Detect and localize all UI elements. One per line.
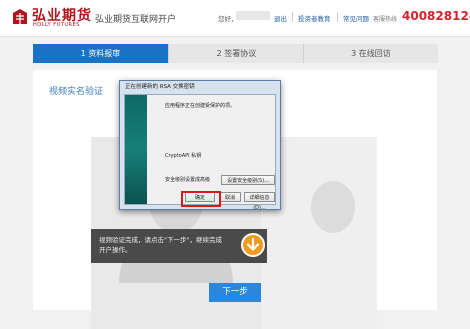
investor-education-link[interactable]: 投资者教育 [298, 13, 331, 23]
site-title: 弘业期货互联网开户 [95, 15, 177, 25]
logout-link[interactable]: 退出 [274, 13, 287, 23]
section-title: 视频实名验证 [49, 87, 104, 97]
username-redacted [236, 11, 270, 20]
security-level-label: 安全级别设置成高级 [165, 177, 211, 183]
rsa-key-dialog: 正在创建新的 RSA 交换密钥 应用程序正在创建受保护的项。 CryptoAPI… [119, 80, 281, 211]
faq-link[interactable]: 常见问题 [343, 13, 369, 23]
hotline-label: 客服热线 [373, 16, 398, 23]
set-security-level-button[interactable]: 设置安全级别(S)... [221, 175, 275, 185]
hotline-number: 4008281288 [402, 9, 470, 23]
ok-button-highlight [181, 191, 221, 207]
divider [337, 12, 338, 22]
download-arrow-button[interactable] [241, 233, 265, 257]
video-control-bar: 视频验证完成，请点击"下一步"，继续完成开户操作。 [91, 229, 267, 263]
divider [292, 12, 293, 22]
logo-subtext: HOLLY FUTURES [33, 22, 80, 28]
greeting: 您好， [218, 15, 238, 23]
dialog-side-graphic [125, 95, 147, 204]
step-sign-agreement: 2 签署协议 [168, 44, 304, 63]
person-head [311, 181, 355, 233]
step-document-review: 1 资料报审 [33, 44, 168, 63]
dialog-body: 应用程序正在创建受保护的项。 CryptoAPI 私钥 安全级别设置成高级 设置… [124, 94, 276, 211]
cancel-button[interactable]: 取消 [219, 192, 241, 202]
logo-icon [13, 9, 27, 24]
video-hint-text: 视频验证完成，请点击"下一步"，继续完成开户操作。 [99, 236, 222, 254]
dialog-message: 应用程序正在创建受保护的项。 [165, 103, 236, 109]
next-step-button[interactable]: 下一步 [209, 283, 261, 302]
dialog-key-name: CryptoAPI 私钥 [165, 153, 202, 159]
details-button[interactable]: 详细信息(D)... [244, 192, 275, 211]
progress-steps: 1 资料报审 2 签署协议 3 在线回访 [33, 44, 438, 63]
header: 弘业期货 HOLLY FUTURES 弘业期货互联网开户 您好， 退出 投资者教… [0, 0, 470, 37]
dialog-title: 正在创建新的 RSA 交换密钥 [125, 84, 195, 90]
step-online-callback: 3 在线回访 [303, 44, 438, 63]
down-arrow-icon [246, 237, 260, 252]
